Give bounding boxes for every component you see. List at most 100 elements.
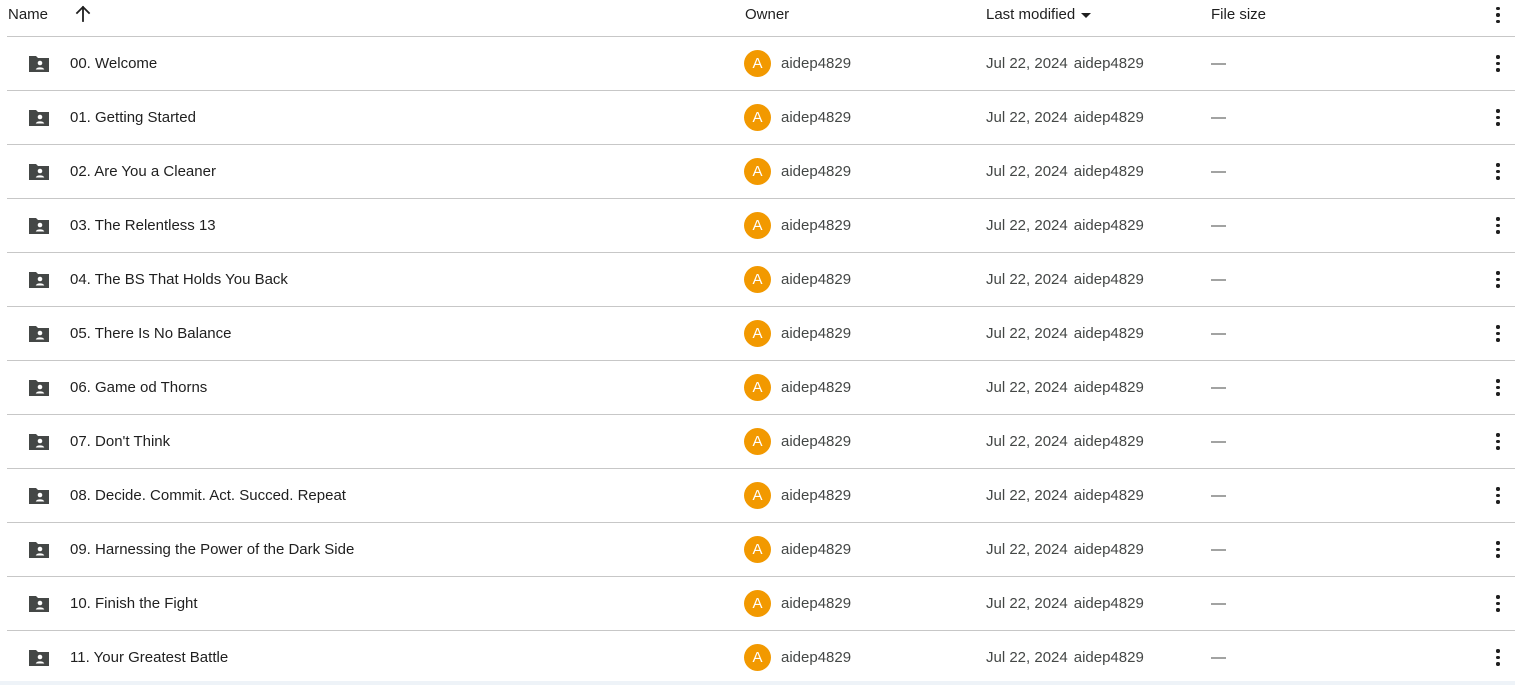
- shared-folder-icon-cell: [27, 199, 51, 252]
- modified-date: Jul 22, 2024: [986, 217, 1068, 234]
- avatar[interactable]: A: [744, 482, 771, 509]
- column-header-file-size[interactable]: File size: [1211, 0, 1266, 37]
- modified-date: Jul 22, 2024: [986, 163, 1068, 180]
- folder-name[interactable]: 05. There Is No Balance: [70, 307, 231, 360]
- owner-name: aidep4829: [781, 595, 852, 612]
- modified-by: aidep4829: [1073, 487, 1144, 504]
- folder-name[interactable]: 09. Harnessing the Power of the Dark Sid…: [70, 523, 354, 576]
- owner-cell: A aidep4829: [744, 91, 851, 144]
- more-options-button[interactable]: [1487, 145, 1509, 198]
- more-options-button[interactable]: [1487, 415, 1509, 468]
- table-row[interactable]: 08. Decide. Commit. Act. Succed. Repeat …: [7, 469, 1515, 523]
- arrow-up-icon: [75, 5, 91, 22]
- more-vert-icon: [1496, 109, 1500, 126]
- owner-cell: A aidep4829: [744, 145, 851, 198]
- last-modified-cell: Jul 22, 2024 aidep4829: [986, 91, 1144, 144]
- folder-name[interactable]: 01. Getting Started: [70, 91, 196, 144]
- table-row[interactable]: 07. Don't Think A aidep4829 Jul 22, 2024…: [7, 415, 1515, 469]
- file-size: —: [1211, 109, 1226, 126]
- table-row[interactable]: 10. Finish the Fight A aidep4829 Jul 22,…: [7, 577, 1515, 631]
- avatar[interactable]: A: [744, 428, 771, 455]
- modified-date: Jul 22, 2024: [986, 379, 1068, 396]
- file-size: —: [1211, 541, 1226, 558]
- modified-date: Jul 22, 2024: [986, 541, 1068, 558]
- owner-cell: A aidep4829: [744, 199, 851, 252]
- more-options-button[interactable]: [1487, 469, 1509, 522]
- more-options-button[interactable]: [1487, 37, 1509, 90]
- shared-folder-icon-cell: [27, 361, 51, 414]
- modified-by: aidep4829: [1073, 109, 1144, 126]
- more-options-button[interactable]: [1487, 523, 1509, 576]
- avatar[interactable]: A: [744, 644, 771, 671]
- owner-cell: A aidep4829: [744, 307, 851, 360]
- last-modified-cell: Jul 22, 2024 aidep4829: [986, 415, 1144, 468]
- folder-name[interactable]: 11. Your Greatest Battle: [70, 631, 228, 684]
- owner-name: aidep4829: [781, 109, 852, 126]
- avatar[interactable]: A: [744, 374, 771, 401]
- more-options-button[interactable]: [1487, 631, 1509, 684]
- column-header-last-modified[interactable]: Last modified: [986, 0, 1092, 37]
- more-vert-icon: [1496, 487, 1500, 504]
- folder-name[interactable]: 02. Are You a Cleaner: [70, 145, 216, 198]
- modified-by: aidep4829: [1073, 163, 1144, 180]
- avatar[interactable]: A: [744, 536, 771, 563]
- table-row[interactable]: 03. The Relentless 13 A aidep4829 Jul 22…: [7, 199, 1515, 253]
- more-options-button[interactable]: [1487, 307, 1509, 360]
- shared-folder-icon-cell: [27, 415, 51, 468]
- more-vert-icon: [1496, 595, 1500, 612]
- column-header-row: Name Owner Last modified File size: [7, 0, 1515, 37]
- folder-name[interactable]: 08. Decide. Commit. Act. Succed. Repeat: [70, 469, 346, 522]
- modified-date: Jul 22, 2024: [986, 595, 1068, 612]
- more-vert-icon: [1496, 541, 1500, 558]
- sort-ascending-button[interactable]: [74, 3, 92, 24]
- modified-by: aidep4829: [1073, 217, 1144, 234]
- avatar[interactable]: A: [744, 212, 771, 239]
- table-row[interactable]: 02. Are You a Cleaner A aidep4829 Jul 22…: [7, 145, 1515, 199]
- avatar[interactable]: A: [744, 158, 771, 185]
- owner-cell: A aidep4829: [744, 523, 851, 576]
- modified-by: aidep4829: [1073, 541, 1144, 558]
- shared-folder-icon: [29, 55, 49, 72]
- folder-name[interactable]: 04. The BS That Holds You Back: [70, 253, 288, 306]
- avatar[interactable]: A: [744, 590, 771, 617]
- avatar[interactable]: A: [744, 320, 771, 347]
- more-options-button[interactable]: [1487, 253, 1509, 306]
- last-modified-cell: Jul 22, 2024 aidep4829: [986, 145, 1144, 198]
- shared-folder-icon-cell: [27, 37, 51, 90]
- folder-name[interactable]: 06. Game od Thorns: [70, 361, 207, 414]
- table-row[interactable]: 09. Harnessing the Power of the Dark Sid…: [7, 523, 1515, 577]
- last-modified-cell: Jul 22, 2024 aidep4829: [986, 523, 1144, 576]
- folder-name[interactable]: 10. Finish the Fight: [70, 577, 198, 630]
- table-row[interactable]: 11. Your Greatest Battle A aidep4829 Jul…: [7, 631, 1515, 684]
- avatar[interactable]: A: [744, 104, 771, 131]
- file-size: —: [1211, 271, 1226, 288]
- owner-cell: A aidep4829: [744, 415, 851, 468]
- more-options-button[interactable]: [1487, 199, 1509, 252]
- avatar[interactable]: A: [744, 266, 771, 293]
- column-header-name[interactable]: Name: [8, 0, 48, 37]
- folder-name[interactable]: 03. The Relentless 13: [70, 199, 216, 252]
- modified-date: Jul 22, 2024: [986, 325, 1068, 342]
- folder-name[interactable]: 07. Don't Think: [70, 415, 170, 468]
- column-header-owner[interactable]: Owner: [745, 0, 789, 37]
- last-modified-cell: Jul 22, 2024 aidep4829: [986, 577, 1144, 630]
- more-options-button[interactable]: [1487, 577, 1509, 630]
- folder-name[interactable]: 00. Welcome: [70, 37, 157, 90]
- file-rows: 00. Welcome A aidep4829 Jul 22, 2024 aid…: [7, 37, 1515, 684]
- modified-by: aidep4829: [1073, 595, 1144, 612]
- table-row[interactable]: 06. Game od Thorns A aidep4829 Jul 22, 2…: [7, 361, 1515, 415]
- more-options-button[interactable]: [1487, 91, 1509, 144]
- avatar[interactable]: A: [744, 50, 771, 77]
- table-row[interactable]: 00. Welcome A aidep4829 Jul 22, 2024 aid…: [7, 37, 1515, 91]
- shared-folder-icon-cell: [27, 523, 51, 576]
- modified-date: Jul 22, 2024: [986, 271, 1068, 288]
- more-options-button[interactable]: [1487, 361, 1509, 414]
- shared-folder-icon: [29, 217, 49, 234]
- bottom-strip: [0, 681, 1515, 685]
- shared-folder-icon: [29, 649, 49, 666]
- table-row[interactable]: 01. Getting Started A aidep4829 Jul 22, …: [7, 91, 1515, 145]
- table-row[interactable]: 05. There Is No Balance A aidep4829 Jul …: [7, 307, 1515, 361]
- shared-folder-icon-cell: [27, 145, 51, 198]
- table-row[interactable]: 04. The BS That Holds You Back A aidep48…: [7, 253, 1515, 307]
- header-more-options-button[interactable]: [1487, 3, 1509, 26]
